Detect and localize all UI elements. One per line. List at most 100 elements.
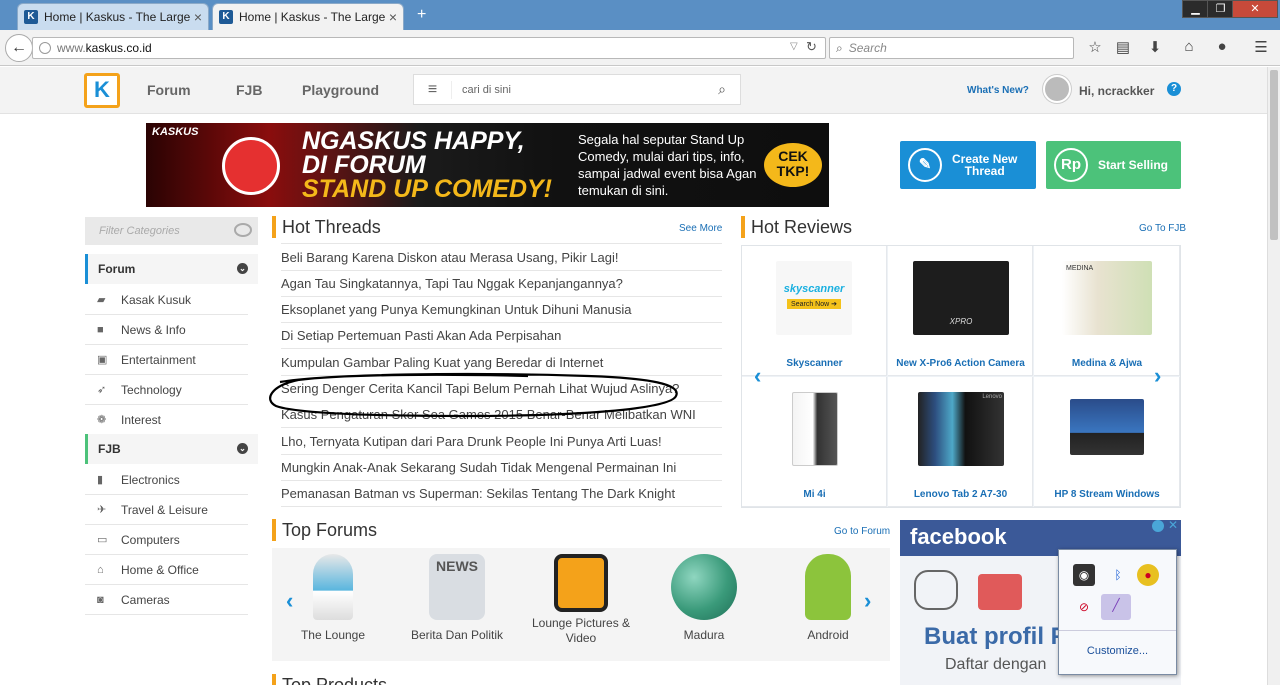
sidebar-section-fjb[interactable]: FJB ⌄ — [85, 434, 258, 464]
start-selling-button[interactable]: Rp Start Selling — [1046, 141, 1181, 189]
new-tab-button[interactable]: + — [417, 6, 426, 24]
forum-card[interactable]: NEWS Berita Dan Politik — [402, 554, 512, 643]
sidebar-item-travel-leisure[interactable]: ✈ Travel & Leisure — [85, 495, 248, 525]
review-card[interactable]: skyscanner Search Now ➔ Skyscanner — [742, 246, 887, 376]
url-dropdown-icon[interactable]: ▽ — [790, 41, 798, 52]
home-icon[interactable]: ⌂ — [1178, 38, 1200, 58]
app-tray-icon[interactable]: ● — [1137, 564, 1159, 586]
page-scrollbar[interactable] — [1267, 67, 1280, 685]
camera-app-icon[interactable]: ◉ — [1073, 564, 1095, 586]
product-image — [1070, 399, 1144, 455]
browser-tab[interactable]: K Home | Kaskus - The Large... × — [17, 3, 209, 30]
sidebar-item-entertainment[interactable]: ▣ Entertainment — [85, 345, 248, 375]
sidebar-item-technology[interactable]: ➶ Technology — [85, 375, 248, 405]
cocktail-glass-icon — [313, 554, 353, 620]
minimize-button[interactable]: ▁ — [1182, 0, 1209, 18]
site-search-box[interactable]: ≡ cari di sini ⌕ — [413, 74, 741, 105]
help-icon[interactable]: ? — [1167, 82, 1181, 96]
sidebar-item-computers[interactable]: ▭ Computers — [85, 525, 248, 555]
thread-link[interactable]: Beli Barang Karena Diskon atau Merasa Us… — [281, 245, 722, 271]
forum-icon-text: NEWS — [436, 558, 478, 574]
forum-card[interactable]: The Lounge — [278, 554, 388, 643]
eye-icon[interactable] — [234, 223, 252, 237]
sidebar-item-interest[interactable]: ❁ Interest — [85, 405, 248, 435]
back-button[interactable]: ← — [5, 34, 33, 62]
whats-new-link[interactable]: What's New? — [967, 85, 1029, 96]
review-card[interactable]: XPRO New X-Pro6 Action Camera — [888, 246, 1033, 376]
nav-forum[interactable]: Forum — [147, 82, 191, 98]
tab-title: Home | Kaskus - The Large... — [44, 10, 190, 24]
gamepad-icon — [914, 570, 958, 610]
thread-link[interactable]: Di Setiap Pertemuan Pasti Akan Ada Perpi… — [281, 323, 722, 349]
download-icon[interactable]: ⬇ — [1144, 38, 1166, 58]
review-card[interactable]: HP 8 Stream Windows — [1034, 377, 1180, 507]
create-thread-button[interactable]: ✎ Create New Thread — [900, 141, 1036, 189]
pen-tray-icon[interactable]: ╱ — [1101, 594, 1131, 620]
nav-fjb[interactable]: FJB — [236, 82, 262, 98]
scrollbar-thumb[interactable] — [1270, 70, 1278, 240]
menu-icon[interactable]: ☰ — [1250, 38, 1272, 58]
carousel-next-icon[interactable]: › — [864, 588, 871, 614]
thread-link[interactable]: Pemanasan Batman vs Superman: Sekilas Te… — [281, 481, 722, 507]
banner-cta-line-1: CEK — [778, 148, 808, 164]
thread-link[interactable]: Lho, Ternyata Kutipan dari Para Drunk Pe… — [281, 429, 722, 455]
maximize-button[interactable]: ❐ — [1207, 0, 1234, 18]
chat-icon[interactable]: ● — [1211, 38, 1233, 58]
review-card[interactable]: Mi 4i — [742, 377, 887, 507]
review-card[interactable]: Lenovo Lenovo Tab 2 A7-30 — [888, 377, 1033, 507]
sidebar-item-home-office[interactable]: ⌂ Home & Office — [85, 555, 248, 585]
network-error-icon[interactable]: ⊘ — [1073, 596, 1095, 618]
tab-close-icon[interactable]: × — [194, 9, 202, 25]
browser-search-input[interactable]: ⌕ Search — [829, 37, 1074, 59]
close-ad-icon[interactable]: ✕ — [1168, 518, 1178, 532]
thread-link[interactable]: Eksoplanet yang Punya Kemungkinan Untuk … — [281, 297, 722, 323]
review-card[interactable]: MEDINA Medina & Ajwa — [1034, 246, 1180, 376]
sidebar-item-label: Interest — [121, 412, 162, 427]
tab-close-icon[interactable]: × — [389, 9, 397, 25]
sidebar-item-electronics[interactable]: ▮ Electronics — [85, 465, 248, 495]
adchoices-icon[interactable] — [1152, 520, 1164, 532]
tab-title: Home | Kaskus - The Large... — [239, 10, 385, 24]
go-to-forum-link[interactable]: Go to Forum — [834, 526, 890, 537]
sidebar-section-forum[interactable]: Forum ⌄ — [85, 254, 258, 284]
forum-card[interactable]: Lounge Pictures & Video — [526, 554, 636, 646]
sidebar-item-kasak-kusuk[interactable]: ▰ Kasak Kusuk — [85, 285, 248, 315]
kaskus-logo[interactable]: K — [84, 73, 120, 108]
carousel-prev-icon[interactable]: ‹ — [754, 363, 761, 389]
rocket-icon: ➶ — [97, 384, 107, 396]
sidebar-item-cameras[interactable]: ◙ Cameras — [85, 585, 248, 615]
nav-playground[interactable]: Playground — [302, 82, 379, 98]
search-icon[interactable]: ⌕ — [704, 81, 740, 98]
thread-link[interactable]: Mungkin Anak-Anak Sekarang Sudah Tidak M… — [281, 455, 722, 481]
sidebar-item-label: Kasak Kusuk — [121, 292, 192, 307]
customize-link[interactable]: Customize... — [1059, 630, 1176, 674]
thread-link[interactable]: Agan Tau Singkatannya, Tapi Tau Nggak Ke… — [281, 271, 722, 297]
reload-icon[interactable]: ↻ — [806, 39, 817, 55]
browser-tab-active[interactable]: K Home | Kaskus - The Large... × — [212, 3, 404, 30]
sidebar-item-label: Travel & Leisure — [121, 502, 208, 517]
url-domain: kaskus.co.id — [85, 41, 152, 55]
avatar[interactable] — [1043, 75, 1071, 103]
promo-banner[interactable]: KASKUS NGASKUS HAPPY, DI FORUM STAND UP … — [146, 123, 829, 207]
product-brand: XPRO — [949, 317, 973, 326]
star-icon[interactable]: ☆ — [1084, 38, 1106, 58]
see-more-link[interactable]: See More — [679, 223, 722, 234]
url-bar[interactable]: www. kaskus.co.id — [32, 37, 826, 59]
product-image: XPRO — [913, 261, 1009, 335]
product-image: skyscanner Search Now ➔ — [776, 261, 852, 335]
bluetooth-icon[interactable]: ᛒ — [1107, 564, 1129, 586]
user-greeting[interactable]: Hi, ncrackker — [1079, 84, 1154, 98]
forum-card[interactable]: Madura — [649, 554, 759, 643]
go-to-fjb-link[interactable]: Go To FJB — [1139, 223, 1186, 234]
hamburger-icon[interactable]: ≡ — [414, 80, 452, 99]
forum-label: Lounge Pictures & Video — [531, 616, 631, 645]
site-search-input[interactable]: cari di sini — [452, 84, 704, 96]
back-arrow-icon: ← — [11, 39, 27, 56]
sidebar-item-news-info[interactable]: ■ News & Info — [85, 315, 248, 345]
filter-categories-input[interactable]: Filter Categories — [85, 217, 258, 245]
divider — [281, 243, 722, 244]
bookmarks-icon[interactable]: ▤ — [1112, 38, 1134, 58]
carousel-next-icon[interactable]: › — [1154, 363, 1161, 389]
close-window-button[interactable]: ✕ — [1232, 0, 1278, 18]
tv-icon: ▣ — [97, 354, 108, 366]
